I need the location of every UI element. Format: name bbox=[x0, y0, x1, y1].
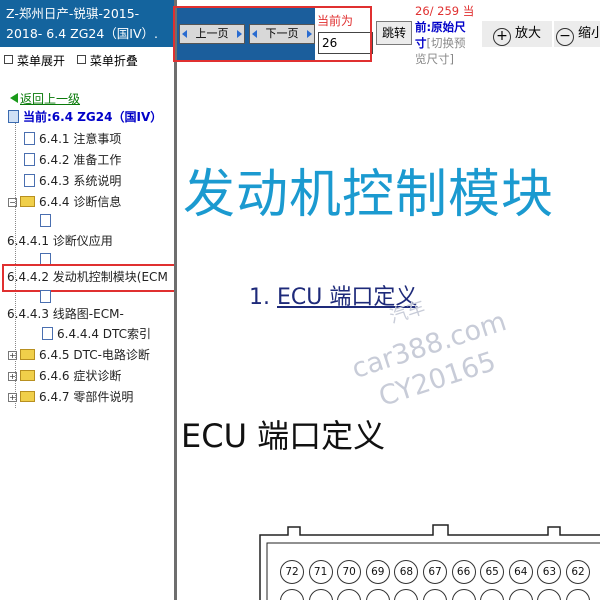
toc-item-6-4-4[interactable]: − 6.4.4 诊断信息 bbox=[8, 193, 121, 211]
connector-pin: 71 bbox=[308, 560, 333, 584]
toc-item-6-4-7[interactable]: +6.4.7 零部件说明 bbox=[8, 388, 133, 406]
folder-icon bbox=[20, 349, 35, 360]
expand-toggle-icon[interactable]: + bbox=[8, 372, 17, 381]
collapse-square-icon bbox=[76, 55, 86, 64]
page-icon bbox=[24, 174, 35, 187]
expand-toggle-icon[interactable]: + bbox=[8, 393, 17, 402]
section-heading: ECU 端口定义 bbox=[181, 417, 386, 455]
original-size-label-end: 寸 bbox=[415, 36, 427, 50]
connector-pin: 69 bbox=[365, 560, 390, 584]
connector-pin: 66 bbox=[451, 560, 476, 584]
toc-item-6-4-2[interactable]: 6.4.2 准备工作 bbox=[24, 151, 121, 169]
document-title-line2: 2018- 6.4 ZG24（国IV）. bbox=[6, 26, 159, 41]
toc-item-label: 6.4.7 零部件说明 bbox=[39, 390, 134, 404]
toc-item-6-4-4-1[interactable]: 6.4.4.1 诊断仪应用 bbox=[7, 232, 113, 250]
toc-subpage-icon-3 bbox=[40, 288, 55, 306]
highlight-box-nav bbox=[173, 6, 372, 62]
zoom-out-label: 缩小 bbox=[578, 26, 600, 41]
page-icon bbox=[40, 290, 51, 303]
toc-item-6-4-4-3[interactable]: 6.4.4.3 线路图-ECM- bbox=[7, 305, 124, 323]
toc-item-label: 6.4.1 注意事项 bbox=[39, 132, 122, 146]
document-title: Z-郑州日产-锐骐-2015- 2018- 6.4 ZG24（国IV）. bbox=[0, 0, 174, 47]
collapse-toggle-icon[interactable]: − bbox=[8, 198, 17, 207]
document-title-line1: Z-郑州日产-锐骐-2015- bbox=[6, 6, 140, 21]
page-title: 发动机控制模块 bbox=[183, 165, 555, 225]
connector-pin: 70 bbox=[337, 560, 362, 584]
back-link[interactable]: 返回上一级 bbox=[10, 90, 80, 108]
back-arrow-icon bbox=[10, 93, 18, 103]
toc-subpage-icon-1 bbox=[40, 212, 55, 230]
menu-collapse-button[interactable]: 菜单折叠 bbox=[76, 54, 138, 68]
tree-guide-line bbox=[15, 118, 16, 408]
toc-item-label: 6.4.6 症状诊断 bbox=[39, 369, 122, 383]
connector-pin: 72 bbox=[280, 560, 304, 584]
zoom-in-label: 放大 bbox=[514, 26, 541, 41]
page-icon bbox=[42, 327, 53, 340]
toc-item-label: 6.4.3 系统说明 bbox=[39, 174, 122, 188]
menu-expand-label: 菜单展开 bbox=[17, 54, 66, 68]
connector-pin: 62 bbox=[566, 560, 590, 584]
toc-item-label: 6.4.2 准备工作 bbox=[39, 153, 122, 167]
current-section-label: 当前:6.4 ZG24（国IV） bbox=[23, 110, 163, 124]
folder-icon bbox=[20, 391, 35, 402]
plus-circle-icon: + bbox=[492, 28, 511, 46]
folder-icon bbox=[20, 370, 35, 381]
toc-item-6-4-6[interactable]: +6.4.6 症状诊断 bbox=[8, 367, 121, 385]
current-section: 当前:6.4 ZG24（国IV） bbox=[8, 108, 162, 126]
toolbar: 上一页 下一页 当前为 26 跳转 26/ 259 当 前:原始尺 寸[切换预 … bbox=[173, 0, 600, 68]
toc-item-6-4-3[interactable]: 6.4.3 系统说明 bbox=[24, 172, 121, 190]
back-link-label: 返回上一级 bbox=[20, 92, 81, 106]
book-icon bbox=[8, 110, 19, 123]
current-size-label: 前: bbox=[415, 20, 432, 34]
document-viewer: 发动机控制模块 1. ECU 端口定义 汽车 car388.com CY2016… bbox=[177, 68, 600, 600]
folder-open-icon bbox=[20, 196, 35, 207]
page-icon bbox=[24, 132, 35, 145]
toc-item-6-4-4-4[interactable]: 6.4.4.4 DTC索引 bbox=[42, 325, 151, 343]
switch-preview-link[interactable]: [切换预 bbox=[427, 36, 466, 50]
zoom-out-button[interactable]: − 缩小 bbox=[554, 21, 600, 47]
toc-item-label: 6.4.4.1 诊断仪应用 bbox=[7, 234, 113, 248]
menu-collapse-label: 菜单折叠 bbox=[89, 54, 138, 68]
link-number: 1. bbox=[249, 285, 270, 310]
ecu-connector-diagram: 72 71 70 69 68 67 66 65 64 63 62 bbox=[258, 523, 600, 600]
page-icon bbox=[40, 214, 51, 227]
menu-expand-button[interactable]: 菜单展开 bbox=[4, 54, 65, 68]
expand-toggle-icon[interactable]: + bbox=[8, 351, 17, 360]
zoom-in-button[interactable]: + 放大 bbox=[482, 21, 552, 47]
page-icon bbox=[24, 153, 35, 166]
switch-preview-link-end[interactable]: 览尺寸] bbox=[415, 51, 477, 67]
page-count-text: 26/ 259 当 bbox=[415, 4, 475, 18]
toc-item-label: 6.4.5 DTC-电路诊断 bbox=[39, 348, 150, 362]
toc-item-6-4-5[interactable]: +6.4.5 DTC-电路诊断 bbox=[8, 346, 150, 364]
minus-circle-icon: − bbox=[556, 28, 574, 46]
page-status: 26/ 259 当 前:原始尺 寸[切换预 览尺寸] bbox=[415, 3, 477, 67]
sidebar: Z-郑州日产-锐骐-2015- 2018- 6.4 ZG24（国IV）. 菜单展… bbox=[0, 0, 177, 600]
highlight-box-toc bbox=[2, 264, 174, 292]
menu-controls: 菜单展开 菜单折叠 bbox=[4, 52, 146, 69]
original-size-label: 原始尺 bbox=[431, 20, 466, 34]
connector-pin: 65 bbox=[480, 560, 505, 584]
connector-pin: 64 bbox=[508, 560, 533, 584]
toc-item-label: 6.4.4.4 DTC索引 bbox=[57, 327, 152, 341]
toc-item-label: 6.4.4 诊断信息 bbox=[39, 195, 122, 209]
toc-item-label: 6.4.4.3 线路图-ECM- bbox=[7, 307, 124, 321]
jump-button[interactable]: 跳转 bbox=[376, 21, 412, 45]
toc-item-6-4-1[interactable]: 6.4.1 注意事项 bbox=[24, 130, 121, 148]
expand-square-icon bbox=[4, 55, 13, 64]
connector-pin: 67 bbox=[423, 560, 447, 584]
